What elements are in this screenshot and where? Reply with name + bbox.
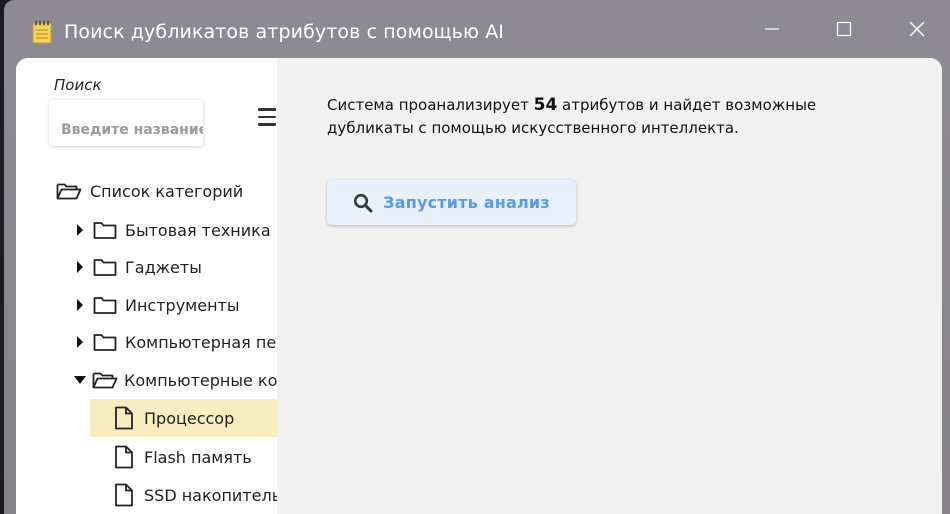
category-sidebar: Поиск категории Список категорий Бытова bbox=[16, 58, 277, 514]
tree-child-label: SSD накопитель bbox=[144, 485, 277, 505]
main-panel: Система проанализирует 54 атрибутов и на… bbox=[277, 58, 942, 514]
folder-open-icon bbox=[92, 372, 118, 389]
attribute-count: 54 bbox=[533, 95, 558, 115]
analysis-description: Система проанализирует 54 атрибутов и на… bbox=[327, 94, 847, 140]
tree-item-components[interactable]: Компьютерные ком bbox=[73, 363, 277, 397]
maximize-button[interactable] bbox=[826, 14, 862, 44]
tree-item-label: Бытовая техника bbox=[125, 220, 271, 240]
tree-item-peripherals[interactable]: Компьютерная пер bbox=[76, 325, 277, 359]
tree-root-label: Список категорий bbox=[90, 181, 244, 201]
close-button[interactable] bbox=[899, 14, 935, 44]
tree-child-flash[interactable]: Flash память bbox=[114, 440, 252, 474]
tree-item-label: Инструменты bbox=[125, 295, 240, 315]
tree-child-label: Процессор bbox=[144, 408, 235, 428]
caret-right-icon bbox=[77, 299, 83, 311]
folder-open-icon bbox=[56, 183, 82, 200]
window-content: Поиск категории Список категорий Бытова bbox=[16, 58, 942, 514]
tree-child-label: Flash память bbox=[144, 447, 252, 467]
run-analysis-label: Запустить анализ bbox=[383, 193, 550, 212]
folder-icon bbox=[93, 334, 117, 351]
minimize-button[interactable] bbox=[754, 14, 790, 44]
caret-right-icon bbox=[77, 336, 83, 348]
caret-right-icon bbox=[77, 224, 83, 236]
folder-icon bbox=[93, 222, 117, 239]
close-icon bbox=[909, 21, 925, 37]
tree-item-label: Компьютерные ком bbox=[124, 370, 277, 390]
file-icon bbox=[115, 483, 133, 507]
search-icon bbox=[354, 193, 373, 212]
notepad-icon bbox=[32, 20, 52, 44]
file-icon bbox=[115, 445, 133, 469]
maximize-icon bbox=[836, 21, 852, 37]
window-title: Поиск дубликатов атрибутов с помощью AI bbox=[64, 21, 504, 43]
tree-child-ssd[interactable]: SSD накопитель bbox=[114, 478, 277, 512]
tree-item-label: Гаджеты bbox=[125, 257, 202, 277]
caret-right-icon bbox=[77, 261, 83, 273]
file-icon bbox=[115, 406, 133, 430]
minimize-icon bbox=[765, 28, 779, 30]
tree-item-tools[interactable]: Инструменты bbox=[76, 288, 240, 322]
tree-item-gadgets[interactable]: Гаджеты bbox=[76, 250, 202, 284]
folder-icon bbox=[93, 259, 117, 276]
tree-child-processor[interactable]: Процессор bbox=[114, 401, 234, 435]
category-search-input[interactable] bbox=[49, 100, 203, 146]
tree-root[interactable]: Список категорий bbox=[56, 174, 243, 208]
run-analysis-button[interactable]: Запустить анализ bbox=[327, 180, 576, 225]
caret-down-icon bbox=[74, 376, 86, 384]
folder-icon bbox=[93, 297, 117, 314]
title-bar[interactable]: Поиск дубликатов атрибутов с помощью AI bbox=[4, 0, 950, 58]
description-text-before: Система проанализирует bbox=[327, 96, 534, 114]
app-window: Поиск дубликатов атрибутов с помощью AI … bbox=[4, 0, 950, 514]
hamburger-menu-icon[interactable] bbox=[258, 108, 277, 126]
tree-item-label: Компьютерная пер bbox=[125, 332, 277, 352]
tree-item-appliances[interactable]: Бытовая техника bbox=[76, 213, 271, 247]
